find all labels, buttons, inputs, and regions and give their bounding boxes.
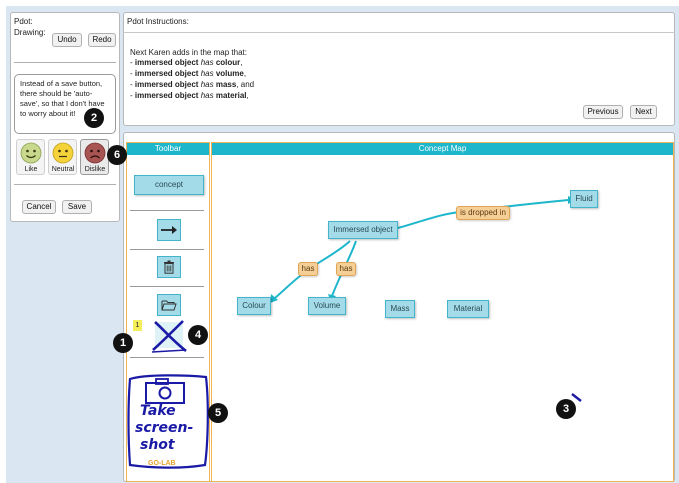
instruction-object: volume [215,69,244,78]
instruction-item: - immersed object has mass, and [130,80,254,89]
rating-neutral-button[interactable]: Neutral [48,139,77,175]
toolbar-separator [130,357,204,358]
instruction-subject: immersed object [134,80,199,89]
undo-button[interactable]: Undo [52,33,82,47]
annotation-marker-1: 1 [113,333,133,353]
link-tool-button[interactable] [157,219,181,241]
toolbar-separator [130,249,204,250]
next-button[interactable]: Next [630,105,657,119]
annotation-marker-2: 2 [84,108,104,128]
divider [123,32,675,33]
instruction-verb: has [200,69,214,78]
link-label[interactable]: has [298,262,318,276]
instructions-title: Pdot Instructions: [127,17,189,26]
drawing-label: Drawing: [14,28,46,37]
link-label[interactable]: is dropped in [456,206,510,220]
toolbar-separator [130,210,204,211]
sketch-text-line: Take [140,403,176,419]
concept-map-section: Concept Map [211,142,674,482]
crossed-out-button-sketch [151,320,187,353]
instruction-object: colour [215,58,241,67]
instruction-subject: immersed object [134,91,199,100]
instruction-verb: has [200,80,214,89]
open-folder-button[interactable] [157,294,181,316]
smiley-like-icon [20,142,42,164]
instruction-item: - immersed object has colour, [130,58,243,67]
smiley-neutral-icon [52,142,74,164]
concept-tool-button[interactable]: concept [134,175,204,195]
instruction-end: , [243,69,247,78]
annotation-marker-4: 4 [188,325,208,345]
concept-tool-label: concept [154,180,184,189]
annotation-marker-6: 6 [107,145,127,165]
arrow-right-icon [161,226,177,234]
take-screenshot-sketch[interactable]: Take screen- shot GO-LAB [126,373,210,470]
concept-map-header: Concept Map [212,143,673,155]
toolbar-header: Toolbar [127,143,209,155]
instruction-end: , and [236,80,255,89]
rating-dislike-button[interactable]: Dislike [80,139,109,175]
sketch-text-line: shot [140,437,175,453]
previous-button[interactable]: Previous [583,105,623,119]
annotation-marker-3: 3 [556,399,576,419]
redo-button[interactable]: Redo [88,33,116,47]
instruction-item: - immersed object has material, [130,91,249,100]
instruction-subject: immersed object [134,69,199,78]
instruction-item: - immersed object has volume, [130,69,246,78]
rating-dislike-label: Dislike [84,166,106,173]
concept-node[interactable]: Fluid [570,190,598,208]
concept-node[interactable]: Colour [237,297,271,315]
instructions-intro: Next Karen adds in the map that: [130,48,247,57]
instruction-end: , [246,91,249,100]
delete-tool-button[interactable] [157,256,181,278]
concept-node[interactable]: Immersed object [328,221,398,239]
concept-node[interactable]: Volume [308,297,346,315]
instruction-object: mass [215,80,237,89]
rating-like-button[interactable]: Like [16,139,45,175]
divider [14,62,116,63]
annotation-marker-5: 5 [208,403,228,423]
concept-node[interactable]: Material [447,300,489,318]
rating-like-label: Like [24,166,38,173]
cancel-button[interactable]: Cancel [22,200,56,214]
link-label[interactable]: has [336,262,356,276]
small-badge: 1 [133,320,142,331]
trash-icon [164,260,174,274]
sketch-text-line: screen- [135,420,194,436]
smiley-dislike-icon [84,142,106,164]
toolbar-separator [130,286,204,287]
instruction-verb: has [200,58,214,67]
divider [14,184,116,185]
instruction-subject: immersed object [134,58,199,67]
rating-neutral-label: Neutral [51,166,75,173]
instruction-end: , [240,58,243,67]
folder-open-icon [161,300,177,311]
feedback-title: Pdot: [14,17,33,26]
golab-logo: GO-LAB [148,460,176,467]
save-button[interactable]: Save [62,200,92,214]
instruction-verb: has [200,91,214,100]
instruction-object: material [215,91,247,100]
concept-node[interactable]: Mass [385,300,415,318]
